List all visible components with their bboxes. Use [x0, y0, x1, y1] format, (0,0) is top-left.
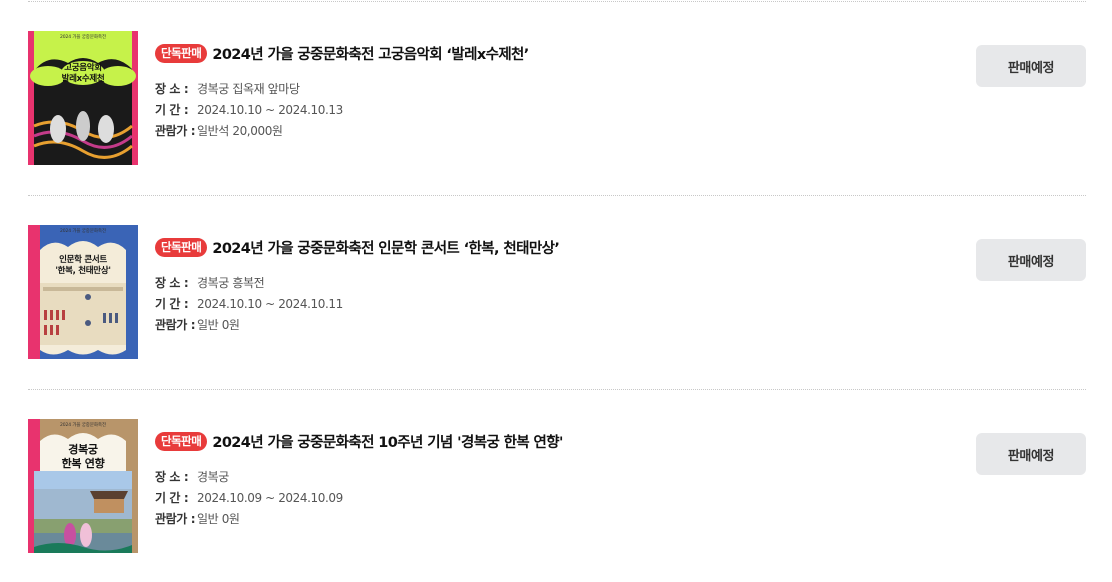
price-row: 관람가 : 일반 0원 — [155, 317, 240, 333]
poster-title: 인문학 콘서트 '한복, 천태만상' — [55, 255, 111, 276]
price-value: 일반석 20,000원 — [197, 124, 283, 138]
price-row: 관람가 : 일반석 20,000원 — [155, 123, 283, 139]
poster-title: 경복궁 한복 연향 — [61, 443, 105, 470]
period-label: 기 간 : — [155, 103, 189, 117]
price-label: 관람가 : — [155, 124, 196, 138]
exclusive-badge: 단독판매 — [155, 432, 208, 451]
poster-thumbnail[interactable]: 2024 가을 궁중문화축전 경복궁 한복 연향 — [28, 419, 138, 553]
period-label: 기 간 : — [155, 297, 189, 311]
venue-label: 장 소 : — [155, 276, 189, 290]
poster-thumbnail[interactable]: 2024 가을 궁중문화축전 인문학 콘서트 '한복, 천태만상' — [28, 225, 138, 359]
divider — [28, 389, 1086, 390]
period-row: 기 간 : 2024.10.10 ~ 2024.10.11 — [155, 296, 343, 312]
exclusive-badge: 단독판매 — [155, 44, 208, 63]
item-title[interactable]: 2024년 가을 궁중문화축전 고궁음악회 ‘발레x수제천’ — [212, 43, 529, 64]
venue-row: 장 소 : 경복궁 — [155, 469, 229, 485]
period-value: 2024.10.09 ~ 2024.10.09 — [197, 491, 343, 505]
price-row: 관람가 : 일반 0원 — [155, 511, 240, 527]
venue-row: 장 소 : 경복궁 흥복전 — [155, 275, 265, 291]
venue-label: 장 소 : — [155, 470, 189, 484]
poster-header: 2024 가을 궁중문화축전 — [59, 35, 107, 40]
divider — [28, 195, 1086, 196]
period-label: 기 간 : — [155, 491, 189, 505]
list-item: 2024 가을 궁중문화축전 경복궁 한복 연향 단독판매 2024년 가을 궁… — [0, 419, 1112, 555]
venue-row: 장 소 : 경복궁 집옥재 앞마당 — [155, 81, 300, 97]
period-row: 기 간 : 2024.10.10 ~ 2024.10.13 — [155, 102, 343, 118]
venue-value: 경복궁 집옥재 앞마당 — [197, 82, 300, 96]
item-title-row[interactable]: 단독판매 2024년 가을 궁중문화축전 고궁음악회 ‘발레x수제천’ — [155, 43, 529, 64]
sale-scheduled-button[interactable]: 판매예정 — [976, 239, 1086, 281]
poster-title: 고궁음악회 발레x수제천 — [61, 63, 105, 84]
venue-label: 장 소 : — [155, 82, 189, 96]
price-label: 관람가 : — [155, 318, 196, 332]
divider-top — [28, 1, 1086, 2]
list-item: 2024 가을 궁중문화축전 인문학 콘서트 '한복, 천태만상' 단독판매 2… — [0, 225, 1112, 361]
item-title[interactable]: 2024년 가을 궁중문화축전 10주년 기념 '경복궁 한복 연향' — [212, 431, 563, 452]
poster-thumbnail[interactable]: 2024 가을 궁중문화축전 고궁음악회 발레x수제천 — [28, 31, 138, 165]
venue-value: 경복궁 — [197, 470, 229, 484]
poster-header: 2024 가을 궁중문화축전 — [59, 423, 107, 428]
venue-value: 경복궁 흥복전 — [197, 276, 265, 290]
item-title[interactable]: 2024년 가을 궁중문화축전 인문학 콘서트 ‘한복, 천태만상’ — [212, 237, 560, 258]
sale-scheduled-button[interactable]: 판매예정 — [976, 433, 1086, 475]
price-label: 관람가 : — [155, 512, 196, 526]
period-value: 2024.10.10 ~ 2024.10.13 — [197, 103, 343, 117]
period-row: 기 간 : 2024.10.09 ~ 2024.10.09 — [155, 490, 343, 506]
item-title-row[interactable]: 단독판매 2024년 가을 궁중문화축전 인문학 콘서트 ‘한복, 천태만상’ — [155, 237, 560, 258]
price-value: 일반 0원 — [197, 318, 240, 332]
poster-header: 2024 가을 궁중문화축전 — [59, 229, 107, 234]
item-title-row[interactable]: 단독판매 2024년 가을 궁중문화축전 10주년 기념 '경복궁 한복 연향' — [155, 431, 563, 452]
sale-scheduled-button[interactable]: 판매예정 — [976, 45, 1086, 87]
list-item: 2024 가을 궁중문화축전 고궁음악회 발레x수제천 단독판매 2024년 가… — [0, 31, 1112, 167]
period-value: 2024.10.10 ~ 2024.10.11 — [197, 297, 343, 311]
price-value: 일반 0원 — [197, 512, 240, 526]
exclusive-badge: 단독판매 — [155, 238, 208, 257]
